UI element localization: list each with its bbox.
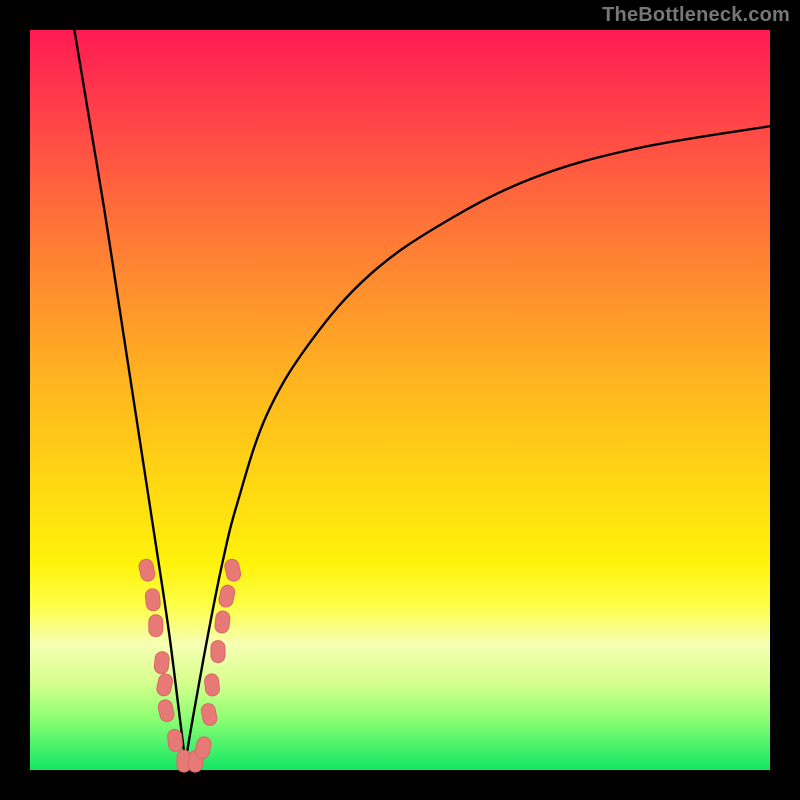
marker-point (224, 558, 242, 582)
marker-point (218, 584, 236, 608)
marker-point (204, 673, 220, 696)
watermark-text: TheBottleneck.com (602, 4, 790, 27)
marker-point (167, 729, 183, 752)
marker-point (145, 588, 161, 611)
chart-svg (30, 30, 770, 770)
marker-point (157, 699, 175, 723)
curve-left-branch (74, 30, 185, 763)
chart-frame: TheBottleneck.com (0, 0, 800, 800)
marker-point (200, 702, 218, 726)
marker-point (214, 610, 230, 633)
marker-point (194, 736, 212, 760)
marker-point (156, 673, 174, 697)
marker-point (211, 641, 225, 663)
marker-point (138, 558, 156, 582)
curve-right-branch (185, 126, 770, 762)
plot-area (30, 30, 770, 770)
right-branch-path (185, 126, 770, 762)
marker-point (154, 651, 170, 674)
marker-point (149, 615, 163, 637)
left-branch-path (74, 30, 185, 763)
